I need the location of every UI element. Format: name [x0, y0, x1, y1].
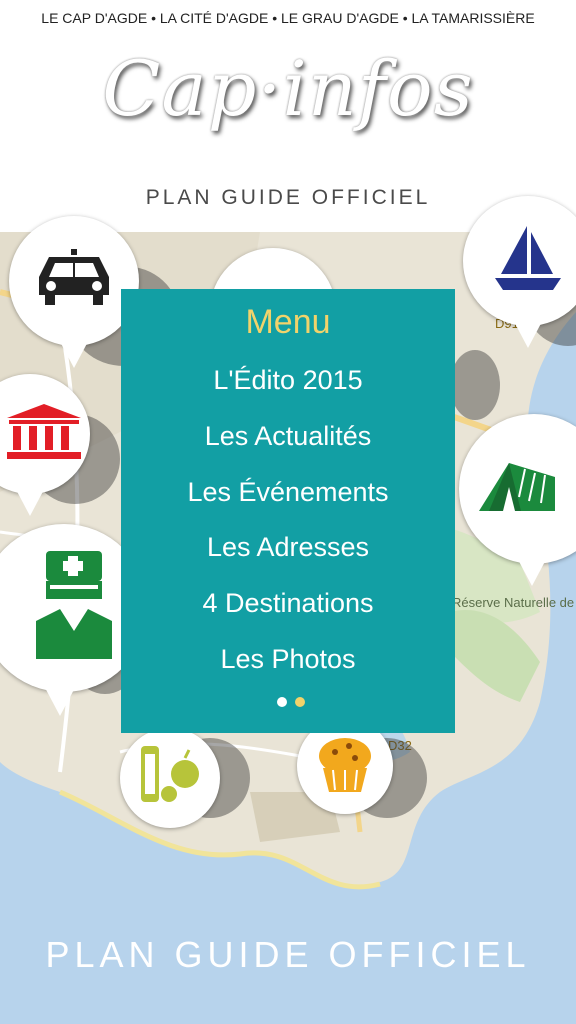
bakery-muffin-icon — [315, 736, 375, 797]
footer-title: PLAN GUIDE OFFICIEL — [45, 934, 531, 975]
pin-market[interactable] — [120, 728, 250, 838]
nurse-icon — [32, 550, 116, 666]
menu-item-photos[interactable]: Les Photos — [121, 644, 455, 675]
towns-banner: LE CAP D'AGDE • LA CITÉ D'AGDE • LE GRAU… — [0, 0, 576, 36]
market-icon — [135, 745, 205, 811]
menu-item-actualites[interactable]: Les Actualités — [121, 421, 455, 452]
page-indicator — [273, 694, 309, 712]
menu-item-destinations[interactable]: 4 Destinations — [121, 588, 455, 619]
sailboat-icon — [493, 224, 563, 299]
pin-sailboat[interactable] — [463, 196, 576, 348]
app-logo: Cap·infos — [102, 44, 474, 133]
pin-bakery[interactable] — [297, 718, 427, 828]
main-menu: Menu L'Édito 2015 Les Actualités Les Évé… — [121, 289, 455, 733]
camping-tent-icon — [469, 457, 559, 522]
page-dot-2[interactable] — [295, 697, 305, 707]
menu-item-adresses[interactable]: Les Adresses — [121, 532, 455, 563]
menu-item-evenements[interactable]: Les Événements — [121, 477, 455, 508]
pin-taxi[interactable] — [9, 216, 179, 368]
pin-nurse[interactable] — [0, 524, 150, 734]
map-label-reserve: Réserve Naturelle de Bagnas — [452, 595, 576, 610]
taxi-icon — [35, 248, 113, 314]
pin-museum[interactable] — [0, 374, 120, 524]
menu-title: Menu — [245, 303, 331, 341]
museum-icon — [7, 403, 81, 465]
pin-camping[interactable] — [459, 414, 576, 586]
menu-item-edito[interactable]: L'Édito 2015 — [121, 365, 455, 396]
page-dot-1[interactable] — [277, 697, 287, 707]
